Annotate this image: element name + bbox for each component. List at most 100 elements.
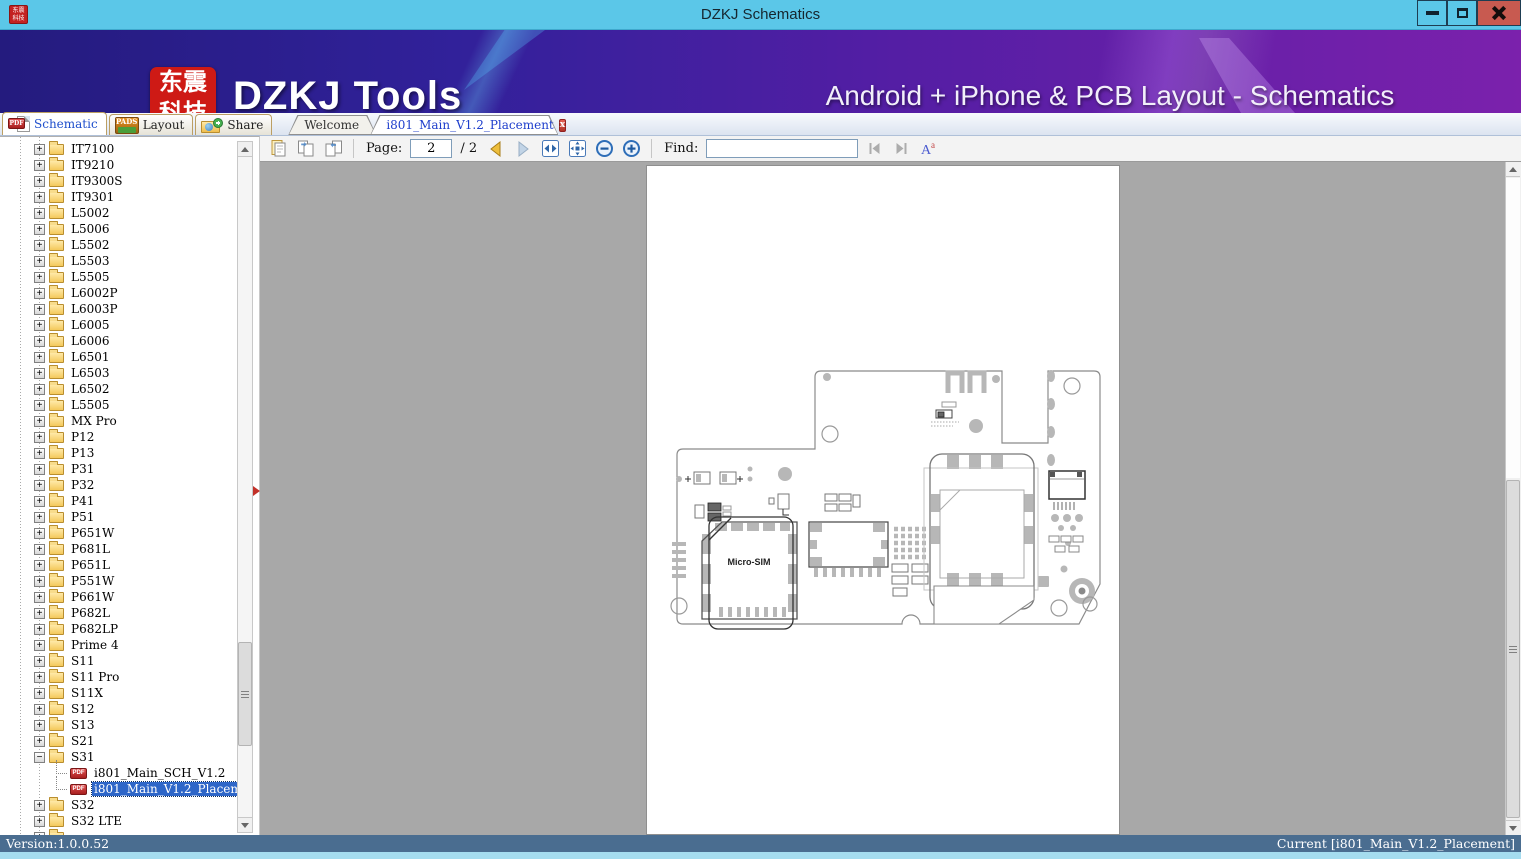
maximize-button[interactable] [1447,0,1477,26]
tree-expander-plus-icon[interactable]: + [34,143,45,155]
tree-item-label[interactable]: i801_Main_SCH_V1.2 [92,766,227,780]
tree-item[interactable]: + P12 [0,428,237,445]
tree-item[interactable]: + MX Pro [0,412,237,429]
tree-item-label[interactable]: L5505 [69,270,112,284]
tree-item[interactable]: + L6502 [0,380,237,397]
scroll-up-button[interactable] [238,142,252,157]
tree-item[interactable]: + P13 [0,444,237,461]
tree-item[interactable]: + IT9210 [0,156,237,173]
page-view-button-3[interactable] [322,138,344,160]
tree-item-label[interactable]: S21 [69,734,97,748]
tree-item[interactable]: + L6503 [0,364,237,381]
tree-item[interactable]: + P651L [0,556,237,573]
find-next-button[interactable] [890,138,912,160]
tree-item[interactable]: + IT7100 [0,140,237,157]
scroll-track[interactable] [1506,178,1520,478]
fit-width-button[interactable] [539,138,561,160]
tree-expander-plus-icon[interactable]: + [34,671,45,683]
tree-item-label[interactable]: S11 Pro [69,670,121,684]
tree-expander-plus-icon[interactable]: + [34,415,45,427]
tree-item[interactable]: + S13 [0,716,237,733]
tree-item[interactable]: + P661W [0,588,237,605]
tree-expander-plus-icon[interactable]: + [34,623,45,635]
minimize-button[interactable] [1417,0,1447,26]
tree-item[interactable]: + P682LP [0,620,237,637]
tree-item-label[interactable]: S13 [69,718,97,732]
tree-item-label[interactable]: S12 [69,702,97,716]
tree-item-label[interactable]: L6006 [69,334,112,348]
tree-item-label[interactable]: L6502 [69,382,112,396]
match-case-button[interactable]: A a [917,138,939,160]
tree-expander-plus-icon[interactable]: + [34,383,45,395]
tree-item-label[interactable]: S32 LTE [69,814,124,828]
tree-expander-plus-icon[interactable]: + [34,303,45,315]
tree-item[interactable]: + L5002 [0,204,237,221]
tab-schematic[interactable]: PDF Schematic [2,112,107,135]
tree-expander-plus-icon[interactable]: + [34,543,45,555]
tree-item[interactable]: + S21 [0,732,237,749]
next-page-button[interactable] [512,138,534,160]
splitter-collapse-arrow[interactable] [253,486,260,496]
tree-item[interactable]: + S11 Pro [0,668,237,685]
tree-expander-plus-icon[interactable]: + [34,335,45,347]
tree-expander-plus-icon[interactable]: + [34,239,45,251]
tree-item-label[interactable]: IT9300S [69,174,125,188]
doc-tab-welcome[interactable]: Welcome [288,115,376,135]
tree-item[interactable]: + S11 [0,652,237,669]
zoom-in-button[interactable] [620,138,642,160]
tree-item[interactable]: + S32 [0,796,237,813]
prev-page-button[interactable] [485,138,507,160]
tree-item-label[interactable]: P12 [69,430,96,444]
tree-item-label[interactable]: P51 [69,510,96,524]
tree-item-label[interactable]: L6002P [69,286,120,300]
tree-item-label[interactable]: P41 [69,494,96,508]
tree-item[interactable]: + Prime 4 [0,636,237,653]
close-button[interactable] [1477,0,1521,26]
tree-expander-plus-icon[interactable]: + [34,287,45,299]
tree-expander-plus-icon[interactable]: + [34,351,45,363]
scroll-down-button[interactable] [238,817,252,832]
tree-item-label[interactable]: L5505 [69,398,112,412]
tree-expander-plus-icon[interactable]: + [34,591,45,603]
tree-expander-plus-icon[interactable]: + [34,703,45,715]
tree-item-label[interactable]: P661W [69,590,116,604]
tree-item[interactable]: + P51 [0,508,237,525]
find-input[interactable] [706,139,859,158]
tree-expander-plus-icon[interactable]: + [34,527,45,539]
tree-item[interactable]: + P32 [0,476,237,493]
page-view-button-2[interactable] [295,138,317,160]
tree-scrollbar[interactable] [237,141,253,833]
tree-item-label[interactable]: S11X [69,686,105,700]
fit-page-button[interactable] [566,138,588,160]
tree-item-label[interactable]: L5502 [69,238,112,252]
tree-expander-plus-icon[interactable]: + [34,511,45,523]
tree-expander-plus-icon[interactable]: + [34,223,45,235]
tree-item-label[interactable]: L6503 [69,366,112,380]
tree-expander-plus-icon[interactable]: + [34,655,45,667]
tree-expander-plus-icon[interactable]: + [34,159,45,171]
tree-item[interactable]: + L6002P [0,284,237,301]
tree-item-label[interactable]: P32 [69,478,96,492]
close-doc-icon[interactable]: x [558,118,567,132]
tree-item-label[interactable]: L5002 [69,206,112,220]
tree-expander-plus-icon[interactable]: + [34,799,45,811]
tree-item-label[interactable]: P681L [69,542,112,556]
tree-expander-plus-icon[interactable]: + [34,575,45,587]
tree-expander-plus-icon[interactable]: + [34,255,45,267]
tree-item-label[interactable]: IT9210 [69,158,116,172]
tree-expander-plus-icon[interactable]: + [34,367,45,379]
tree-item[interactable]: + IT9301 [0,188,237,205]
page-view-button-1[interactable] [268,138,290,160]
tree-item[interactable]: PDF i801_Main_SCH_V1.2 [0,760,237,781]
tree-item-label[interactable]: P31 [69,462,96,476]
tree-item[interactable]: + P551W [0,572,237,589]
tree-item[interactable]: + L5006 [0,220,237,237]
tree-expander-plus-icon[interactable]: + [34,431,45,443]
tree-expander-plus-icon[interactable]: + [34,735,45,747]
tree-item-label[interactable]: P682L [69,606,112,620]
tab-layout[interactable]: PADS Layout [108,114,194,135]
tree-expander-plus-icon[interactable]: + [34,639,45,651]
tree-expander-plus-icon[interactable]: + [34,463,45,475]
tree-item-label[interactable]: P13 [69,446,96,460]
tree-item[interactable]: + L5505 [0,396,237,413]
